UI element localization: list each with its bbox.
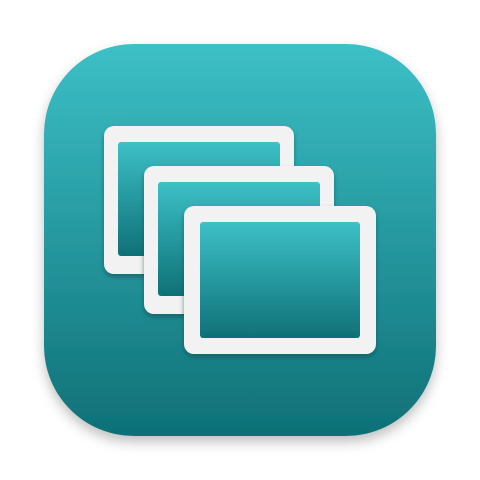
window-frame-front xyxy=(184,206,376,354)
icon-canvas xyxy=(0,0,480,480)
stacked-windows-icon[interactable] xyxy=(0,0,480,480)
